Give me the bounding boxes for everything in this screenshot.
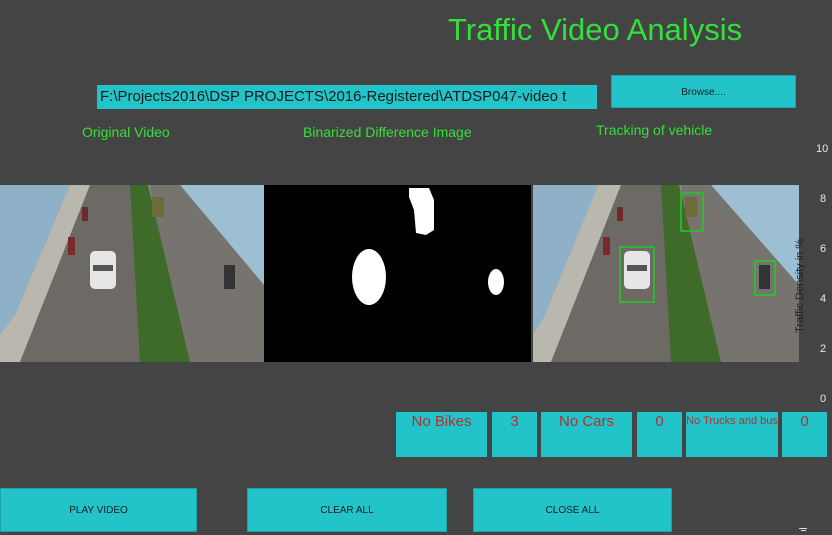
cars-count: 0 bbox=[637, 412, 682, 457]
axis-tick-0: 0 bbox=[820, 393, 827, 405]
clear-all-button[interactable]: CLEAR ALL bbox=[247, 488, 447, 532]
close-all-button[interactable]: CLOSE ALL bbox=[473, 488, 672, 532]
resize-grip-icon bbox=[799, 528, 807, 531]
file-path-field[interactable]: F:\Projects2016\DSP PROJECTS\2016-Regist… bbox=[97, 85, 597, 109]
density-axis-label: Traffic Density in % bbox=[794, 238, 806, 333]
axis-tick-6: 6 bbox=[820, 243, 827, 255]
cars-label: No Cars bbox=[541, 412, 632, 457]
axis-tick-10: 10 bbox=[816, 143, 829, 155]
tracking-title: Tracking of vehicle bbox=[596, 122, 713, 138]
axis-tick-8: 8 bbox=[820, 193, 827, 205]
axis-tick-4: 4 bbox=[820, 293, 827, 305]
play-video-button[interactable]: PLAY VIDEO bbox=[0, 488, 197, 532]
browse-button[interactable]: Browse.... bbox=[611, 75, 796, 108]
original-video-frame bbox=[0, 185, 264, 362]
app-title: Traffic Video Analysis bbox=[448, 12, 743, 47]
binarized-image-title: Binarized Difference Image bbox=[303, 124, 472, 140]
original-video-title: Original Video bbox=[82, 124, 170, 140]
bikes-count: 3 bbox=[492, 412, 537, 457]
trucks-label: No Trucks and bus bbox=[686, 412, 778, 457]
binarized-image-frame bbox=[264, 185, 531, 362]
tracking-frame bbox=[533, 185, 799, 362]
bikes-label: No Bikes bbox=[396, 412, 487, 457]
trucks-count: 0 bbox=[782, 412, 827, 457]
axis-tick-2: 2 bbox=[820, 343, 827, 355]
